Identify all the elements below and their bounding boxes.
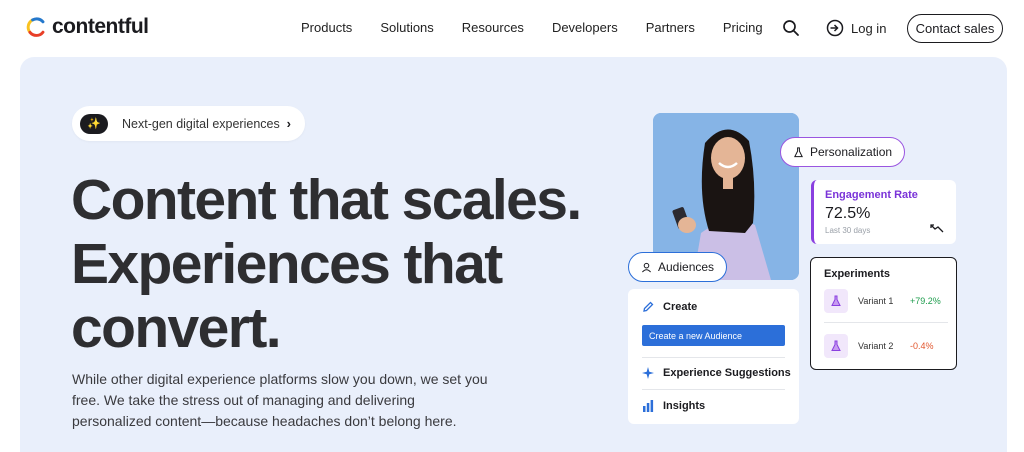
variant-name: Variant 2 xyxy=(858,341,894,351)
nav-item-products[interactable]: Products xyxy=(301,20,352,35)
headline-line-3: convert. xyxy=(71,296,282,360)
bar-chart-icon xyxy=(643,400,654,412)
page-title: Content that scales. Experiences that co… xyxy=(71,168,582,360)
headline-line-2: Experiences that xyxy=(71,232,503,296)
main-menu: Products Solutions Resources Developers … xyxy=(301,20,791,35)
nav-item-solutions[interactable]: Solutions xyxy=(380,20,433,35)
create-audience-button[interactable]: Create a new Audience xyxy=(642,325,785,346)
sparkle-icon: ✨ xyxy=(80,113,108,134)
flask-icon xyxy=(824,334,848,358)
sparkle-icon xyxy=(642,367,654,379)
engagement-title: Engagement Rate xyxy=(825,189,918,201)
divider xyxy=(824,322,948,323)
engagement-value: 72.5% xyxy=(825,205,871,222)
variant-delta: +79.2% xyxy=(910,296,941,306)
top-navigation: contentful Products Solutions Resources … xyxy=(0,0,1024,57)
divider xyxy=(642,357,785,358)
create-row[interactable]: Create xyxy=(642,301,697,313)
insights-label: Insights xyxy=(663,400,706,412)
announcement-text: Next-gen digital experiences xyxy=(122,116,280,131)
trend-up-icon xyxy=(930,224,944,233)
audiences-chip[interactable]: Audiences xyxy=(628,252,728,282)
experience-suggestions-row[interactable]: Experience Suggestions xyxy=(642,367,791,379)
person-icon xyxy=(642,262,651,272)
create-panel: Create Create a new Audience Experience … xyxy=(628,289,799,424)
personalization-chip[interactable]: Personalization xyxy=(780,137,906,167)
nav-item-partners[interactable]: Partners xyxy=(646,20,695,35)
nav-item-resources[interactable]: Resources xyxy=(462,20,524,35)
login-link[interactable]: Log in xyxy=(826,19,886,37)
suggestions-label: Experience Suggestions xyxy=(663,367,791,379)
variant-name: Variant 1 xyxy=(858,296,894,306)
insights-row[interactable]: Insights xyxy=(642,400,705,412)
announcement-pill[interactable]: ✨ Next-gen digital experiences › xyxy=(72,106,305,141)
headline-line-1: Content that scales. xyxy=(71,168,582,232)
experiments-card: Experiments Variant 1 +79.2% Variant 2 -… xyxy=(810,257,957,370)
create-label: Create xyxy=(663,301,698,313)
engagement-period: Last 30 days xyxy=(825,226,871,235)
login-icon xyxy=(826,19,844,37)
nav-item-pricing[interactable]: Pricing xyxy=(723,20,763,35)
contentful-logo-icon xyxy=(26,17,45,37)
experiment-variant-row[interactable]: Variant 1 +79.2% xyxy=(824,288,948,314)
audiences-label: Audiences xyxy=(658,260,715,274)
personalization-label: Personalization xyxy=(810,145,893,159)
brand-name: contentful xyxy=(52,15,149,38)
search-icon[interactable] xyxy=(782,19,800,37)
pencil-icon xyxy=(643,301,654,312)
login-label: Log in xyxy=(851,20,887,36)
engagement-rate-card: Engagement Rate 72.5% Last 30 days xyxy=(811,180,956,244)
variant-delta: -0.4% xyxy=(910,341,934,351)
experiment-variant-row[interactable]: Variant 2 -0.4% xyxy=(824,333,948,359)
nav-item-developers[interactable]: Developers xyxy=(552,20,618,35)
divider xyxy=(642,389,785,390)
contact-sales-button[interactable]: Contact sales xyxy=(907,14,1003,43)
flask-icon xyxy=(824,289,848,313)
contentful-logo[interactable]: contentful xyxy=(25,15,149,39)
chevron-right-icon: › xyxy=(286,116,291,131)
hero-description: While other digital experience platforms… xyxy=(72,371,488,429)
flask-icon xyxy=(794,146,803,157)
experiments-title: Experiments xyxy=(824,268,891,280)
